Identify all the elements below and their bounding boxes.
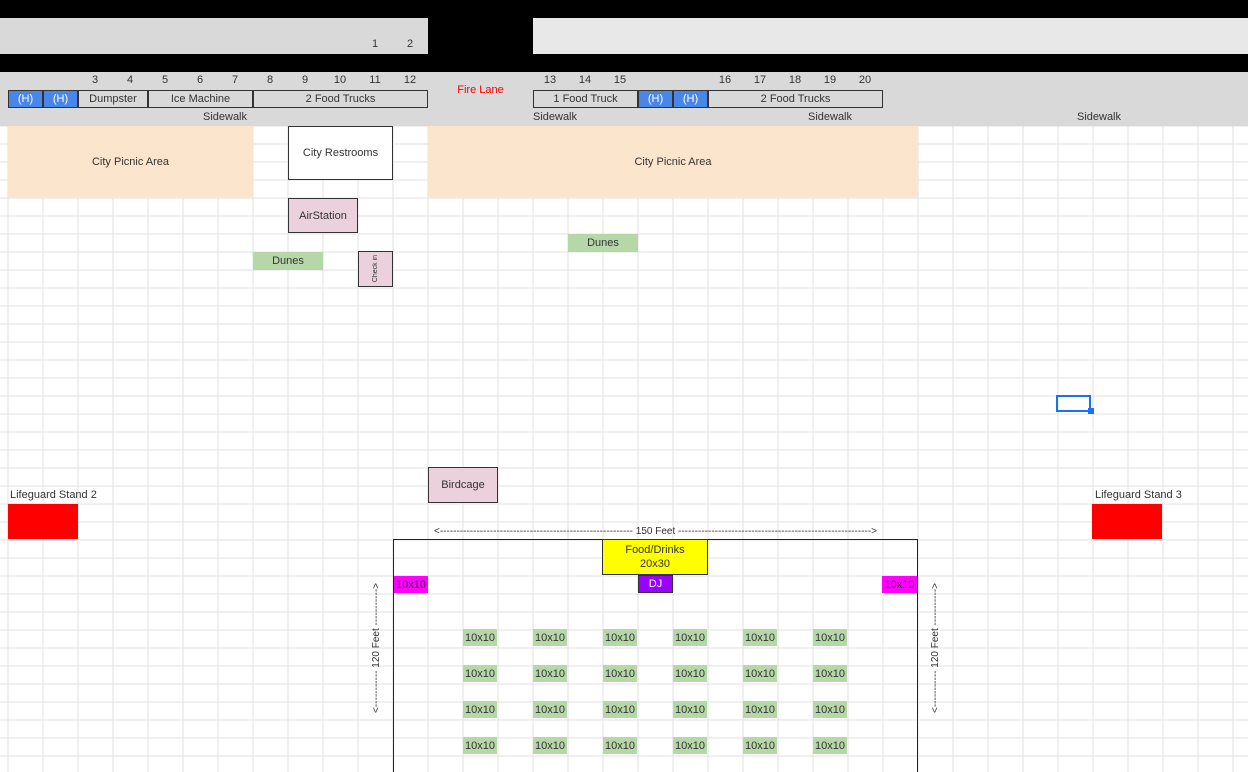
black-bar-top [0, 0, 1248, 18]
vendor-booth: 10x10 [463, 665, 497, 682]
parking-spot-number: 11 [369, 74, 381, 86]
parking-spot-number: 19 [823, 74, 837, 86]
parking-spot-number: 3 [91, 74, 99, 86]
venue-right-wall [917, 539, 918, 772]
venue-height-label-left: <----------- 120 Feet -----------> [366, 545, 386, 750]
lifeguard-stand-label: Lifeguard Stand 3 [1095, 489, 1182, 501]
checkin: Check in [358, 251, 393, 287]
stall-number: 1 [371, 38, 379, 50]
restrooms: City Restrooms [288, 126, 393, 180]
vendor-booth: 10x10 [673, 701, 707, 718]
food-trucks-spot: 2 Food Trucks [253, 90, 428, 108]
venue-left-wall [393, 539, 394, 772]
venue-height-label: <----------- 120 Feet -----------> [929, 582, 941, 713]
picnic-area-right: City Picnic Area [428, 126, 918, 198]
dunes-left: Dunes [253, 252, 323, 270]
venue-height-label-right: <----------- 120 Feet -----------> [925, 545, 945, 750]
lifeguard-stand [1092, 504, 1162, 539]
stall-number: 2 [406, 38, 414, 50]
vendor-booth: 10x10 [813, 701, 847, 718]
ice-machine-spot: Ice Machine [148, 90, 253, 108]
selected-cell[interactable] [1056, 395, 1091, 412]
vendor-booth: 10x10 [813, 737, 847, 754]
food-truck-spot: 1 Food Truck [533, 90, 638, 108]
venue-width-label: <---------------------------------------… [434, 525, 877, 537]
parking-spot-number: 14 [578, 74, 592, 86]
vendor-booth: 10x10 [813, 665, 847, 682]
birdcage: Birdcage [428, 467, 498, 503]
parking-spot-number: 16 [718, 74, 732, 86]
vendor-booth: 10x10 [743, 629, 777, 646]
side-booth-left: 10x10 [394, 576, 428, 593]
parking-spot-number: 12 [403, 74, 417, 86]
vendor-booth: 10x10 [743, 701, 777, 718]
vendor-booth: 10x10 [603, 701, 637, 718]
vendor-booth: 10x10 [603, 665, 637, 682]
vendor-booth: 10x10 [603, 629, 637, 646]
fill-handle[interactable] [1088, 408, 1094, 414]
sidewalk-label: Sidewalk [1076, 111, 1122, 123]
handicap-spot: (H) [638, 90, 673, 108]
parking-spot-number: 7 [231, 74, 239, 86]
vendor-booth: 10x10 [673, 737, 707, 754]
handicap-spot: (H) [43, 90, 78, 108]
header-row-light [533, 18, 1248, 54]
parking-spot-number: 8 [266, 74, 274, 86]
vendor-booth: 10x10 [533, 665, 567, 682]
handicap-spot: (H) [8, 90, 43, 108]
vendor-booth: 10x10 [463, 629, 497, 646]
black-block [428, 18, 533, 54]
parking-spot-number: 9 [301, 74, 309, 86]
dumpster-spot: Dumpster [78, 90, 148, 108]
dj-area: DJ [638, 575, 673, 593]
vendor-booth: 10x10 [673, 665, 707, 682]
sidewalk-label: Sidewalk [202, 111, 248, 123]
venue-height-label: <----------- 120 Feet -----------> [370, 582, 382, 713]
vendor-booth: 10x10 [533, 629, 567, 646]
parking-spot-number: 5 [161, 74, 169, 86]
side-booth-right: 10x10 [882, 576, 917, 593]
parking-spot-number: 4 [126, 74, 134, 86]
picnic-area-left: City Picnic Area [8, 126, 253, 198]
checkin-label: Check in [372, 255, 379, 283]
handicap-spot: (H) [673, 90, 708, 108]
vendor-booth: 10x10 [813, 629, 847, 646]
vendor-booth: 10x10 [463, 701, 497, 718]
food-drinks-area: Food/Drinks 20x30 [602, 539, 708, 575]
parking-spot-number: 10 [333, 74, 347, 86]
lifeguard-stand-label: Lifeguard Stand 2 [10, 489, 97, 501]
lifeguard-stand [8, 504, 78, 539]
parking-spot-number: 17 [753, 74, 767, 86]
black-bar-middle [0, 54, 1248, 72]
food-drinks-size: 20x30 [640, 558, 670, 570]
food-trucks-spot: 2 Food Trucks [708, 90, 883, 108]
vendor-booth: 10x10 [743, 665, 777, 682]
vendor-booth: 10x10 [603, 737, 637, 754]
dunes-right: Dunes [568, 234, 638, 252]
food-drinks-label: Food/Drinks [625, 544, 685, 556]
parking-spot-number: 6 [196, 74, 204, 86]
vendor-booth: 10x10 [463, 737, 497, 754]
fire-lane: Fire Lane [457, 84, 504, 96]
parking-spot-number: 20 [858, 74, 872, 86]
sidewalk-label: Sidewalk [532, 111, 578, 123]
vendor-booth: 10x10 [533, 737, 567, 754]
parking-spot-number: 18 [788, 74, 802, 86]
sidewalk-label: Sidewalk [807, 111, 853, 123]
parking-spot-number: 15 [613, 74, 627, 86]
vendor-booth: 10x10 [743, 737, 777, 754]
parking-spot-number: 13 [543, 74, 557, 86]
vendor-booth: 10x10 [673, 629, 707, 646]
vendor-booth: 10x10 [533, 701, 567, 718]
airstation: AirStation [288, 198, 358, 233]
